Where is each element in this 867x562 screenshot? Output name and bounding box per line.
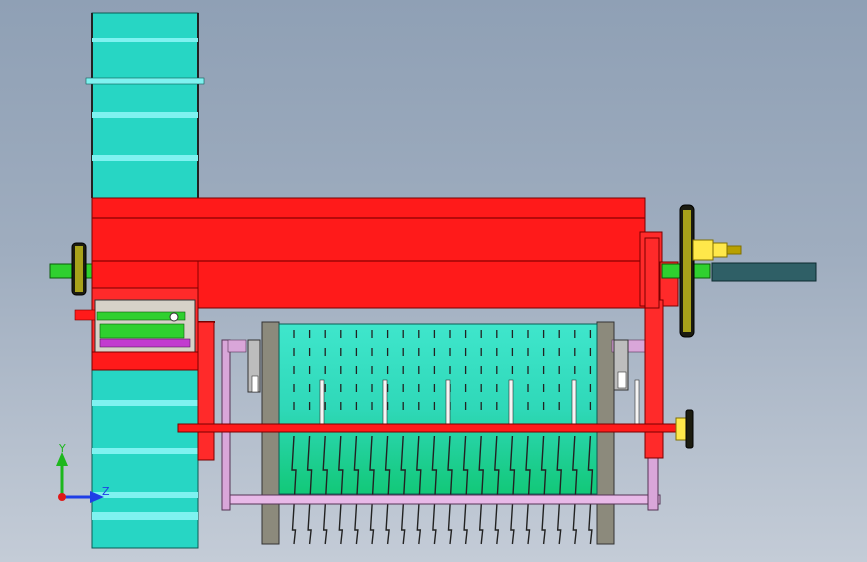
axis-z-label: Z: [102, 485, 110, 498]
axis-y-label: Y: [59, 442, 66, 455]
x-axis-point: [58, 493, 66, 501]
drum-rod: [508, 379, 514, 425]
right-tension-bracket: [613, 339, 629, 391]
cad-viewport[interactable]: Y Z: [0, 0, 867, 562]
drum-rod: [634, 379, 640, 425]
fan-housing-upper: [85, 12, 205, 199]
threshing-drum: [278, 323, 598, 495]
thresher-assembly-drawing: [49, 12, 817, 549]
drum-rod: [319, 379, 325, 425]
drum-rod: [445, 379, 451, 425]
drum-rod: [382, 379, 388, 425]
drive-motor: [692, 239, 742, 261]
left-tension-bracket: [247, 339, 261, 393]
belt-bar: [711, 262, 817, 282]
drum-rod: [571, 379, 577, 425]
fan-housing-lower: [91, 369, 199, 549]
right-pulley: [679, 204, 695, 338]
left-pulley: [71, 242, 87, 296]
